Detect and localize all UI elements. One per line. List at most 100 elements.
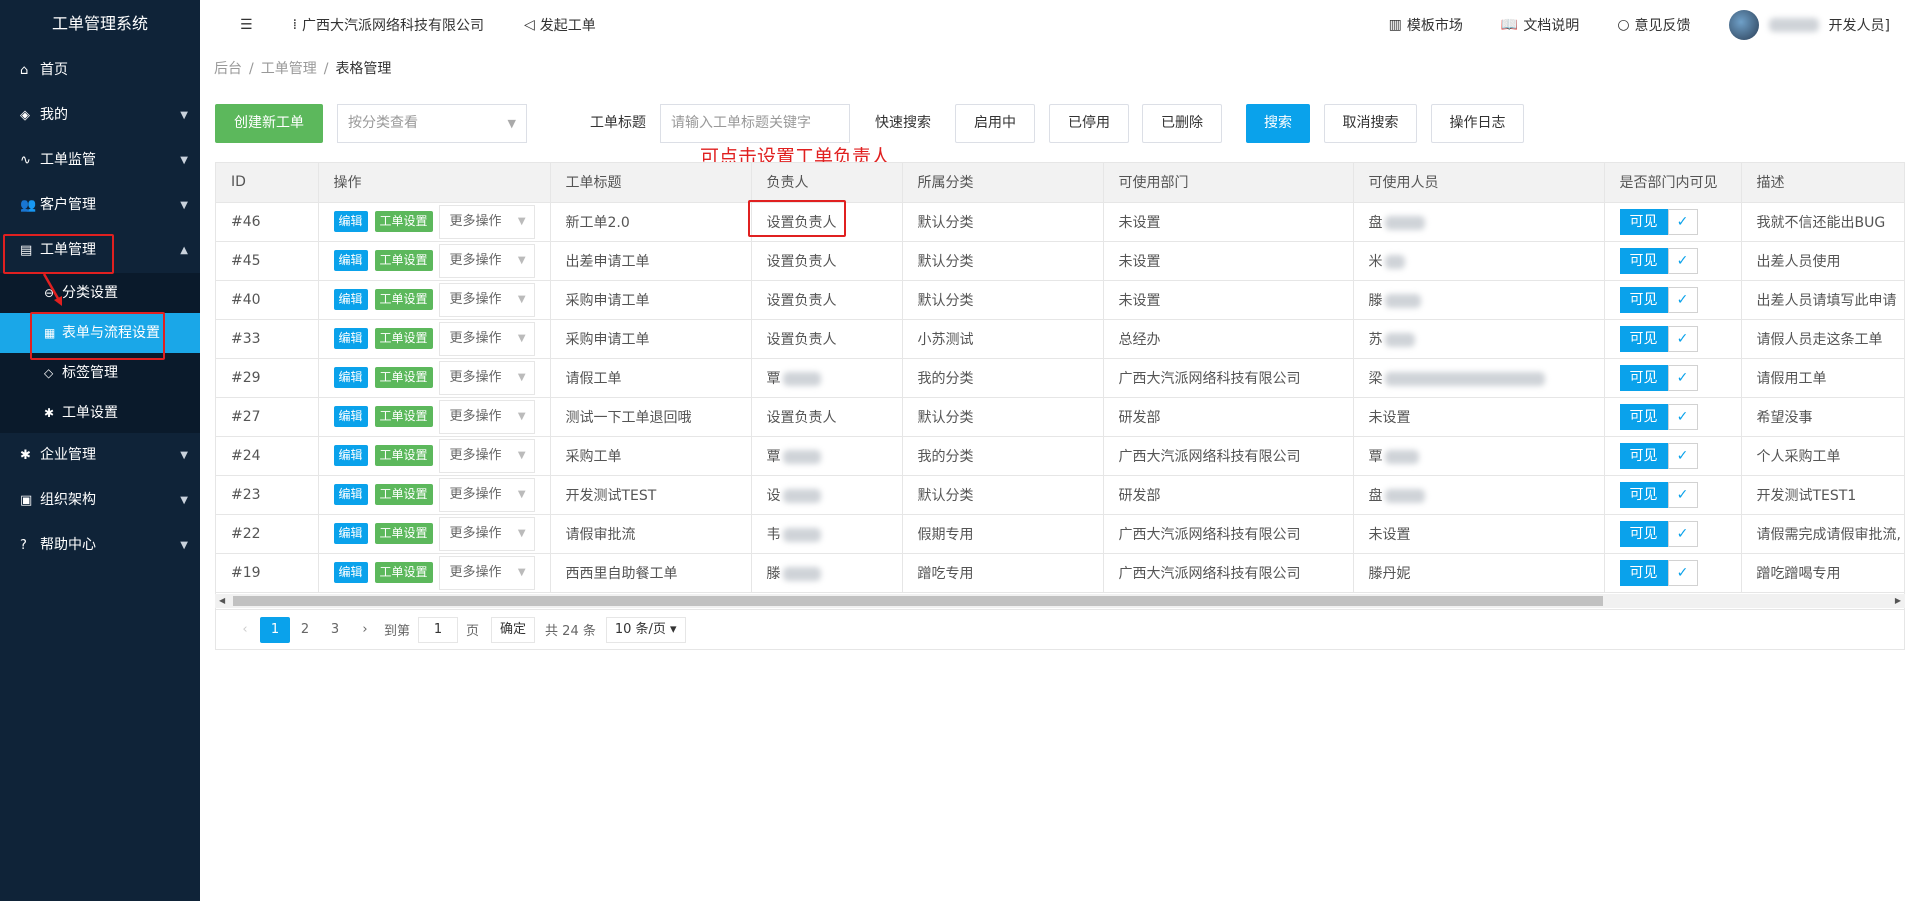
deleted-filter-button[interactable]: 已删除 bbox=[1142, 104, 1222, 143]
scroll-left-icon[interactable]: ◀ bbox=[219, 594, 225, 608]
visibility-toggle[interactable]: 可见 ✓ bbox=[1619, 442, 1698, 469]
visibility-toggle[interactable]: 可见 ✓ bbox=[1619, 364, 1698, 391]
column-header[interactable]: 负责人 bbox=[751, 163, 903, 203]
scroll-right-icon[interactable]: ▶ bbox=[1895, 594, 1901, 608]
page-3[interactable]: 3 bbox=[320, 617, 350, 643]
more-actions-dropdown[interactable]: 更多操作 ▼ bbox=[438, 282, 535, 317]
docs-link[interactable]: 📖 文档说明 bbox=[1501, 15, 1579, 35]
more-actions-dropdown[interactable]: 更多操作 ▼ bbox=[438, 321, 535, 356]
visibility-toggle[interactable]: 可见 ✓ bbox=[1619, 286, 1698, 313]
title-search-input[interactable]: 请输入工单标题关键字 bbox=[660, 104, 850, 143]
cancel-search-button[interactable]: 取消搜索 bbox=[1324, 104, 1417, 143]
sidebar-item-home[interactable]: ⌂ 首页 bbox=[0, 48, 200, 93]
sidebar-subitem-ticket-settings[interactable]: ✱ 工单设置 bbox=[0, 393, 200, 433]
ticket-settings-button[interactable]: 工单设置 bbox=[374, 484, 433, 505]
more-actions-dropdown[interactable]: 更多操作 ▼ bbox=[438, 243, 535, 278]
visibility-toggle[interactable]: 可见 ✓ bbox=[1619, 481, 1698, 508]
sidebar-item-monitor[interactable]: ∿ 工单监管 ▼ bbox=[0, 138, 200, 183]
menu-toggle-icon[interactable]: ☰ bbox=[240, 17, 253, 33]
column-header[interactable]: 可使用人员 bbox=[1353, 163, 1605, 203]
visibility-toggle[interactable]: 可见 ✓ bbox=[1619, 247, 1698, 274]
create-ticket-button[interactable]: 创建新工单 bbox=[215, 104, 323, 143]
page-input[interactable]: 1 bbox=[418, 616, 459, 643]
breadcrumb-current: 表格管理 bbox=[335, 61, 392, 77]
more-actions-dropdown[interactable]: 更多操作 ▼ bbox=[438, 360, 535, 395]
row-id: #46 bbox=[216, 202, 319, 242]
row-owner[interactable]: 设置负责人 bbox=[751, 241, 903, 281]
visibility-toggle[interactable]: 可见 ✓ bbox=[1619, 325, 1698, 352]
confirm-page-button[interactable]: 确定 bbox=[491, 616, 536, 643]
operation-log-button[interactable]: 操作日志 bbox=[1431, 104, 1524, 143]
edit-button[interactable]: 编辑 bbox=[333, 367, 368, 388]
sidebar-item-enterprise[interactable]: ✱ 企业管理 ▼ bbox=[0, 433, 200, 478]
scrollbar-thumb[interactable] bbox=[233, 596, 1603, 606]
create-ticket-link[interactable]: ◁ 发起工单 bbox=[524, 15, 596, 35]
page-size-select[interactable]: 10 条/页 ▾ bbox=[605, 616, 686, 643]
column-header[interactable]: 操作 bbox=[318, 163, 551, 203]
ticket-settings-button[interactable]: 工单设置 bbox=[374, 562, 433, 583]
more-actions-dropdown[interactable]: 更多操作 ▼ bbox=[438, 438, 535, 473]
column-header[interactable]: 可使用部门 bbox=[1103, 163, 1354, 203]
breadcrumb-ticket-management[interactable]: 工单管理 bbox=[261, 61, 317, 77]
company-selector[interactable]: ⁞ 广西大汽派网络科技有限公司 bbox=[293, 15, 484, 35]
more-actions-dropdown[interactable]: 更多操作 ▼ bbox=[438, 555, 535, 590]
more-actions-dropdown[interactable]: 更多操作 ▼ bbox=[438, 516, 535, 551]
edit-button[interactable]: 编辑 bbox=[333, 211, 368, 232]
ticket-settings-button[interactable]: 工单设置 bbox=[374, 406, 433, 427]
ticket-settings-button[interactable]: 工单设置 bbox=[374, 445, 433, 466]
more-actions-dropdown[interactable]: 更多操作 ▼ bbox=[438, 204, 535, 239]
edit-button[interactable]: 编辑 bbox=[333, 250, 368, 271]
visibility-toggle[interactable]: 可见 ✓ bbox=[1619, 208, 1698, 235]
edit-button[interactable]: 编辑 bbox=[333, 289, 368, 310]
blurred-text bbox=[782, 527, 821, 542]
sidebar-item-customers[interactable]: 👥 客户管理 ▼ bbox=[0, 183, 200, 228]
ticket-settings-button[interactable]: 工单设置 bbox=[374, 211, 433, 232]
ticket-settings-button[interactable]: 工单设置 bbox=[374, 289, 433, 310]
edit-button[interactable]: 编辑 bbox=[333, 406, 368, 427]
row-owner[interactable]: 设置负责人 bbox=[751, 280, 903, 320]
row-description: 请假需完成请假审批流, bbox=[1741, 514, 1904, 554]
visibility-toggle[interactable]: 可见 ✓ bbox=[1619, 520, 1698, 547]
row-owner[interactable]: 设置负责人 bbox=[751, 319, 903, 359]
prev-page-icon[interactable]: ‹ bbox=[230, 617, 260, 643]
edit-button[interactable]: 编辑 bbox=[333, 445, 368, 466]
search-button[interactable]: 搜索 bbox=[1246, 104, 1310, 143]
visibility-toggle[interactable]: 可见 ✓ bbox=[1619, 559, 1698, 586]
edit-button[interactable]: 编辑 bbox=[333, 328, 368, 349]
ticket-settings-button[interactable]: 工单设置 bbox=[374, 328, 433, 349]
edit-button[interactable]: 编辑 bbox=[333, 523, 368, 544]
page-2[interactable]: 2 bbox=[290, 617, 320, 643]
table-row: #19 编辑 工单设置 更多操作 ▼ 西西里自助餐工单滕蹭吃专用 广西大汽派网络科技有限公司… bbox=[216, 553, 1904, 593]
sidebar-item-help-center[interactable]: ? 帮助中心 ▼ bbox=[0, 523, 200, 568]
disabled-filter-button[interactable]: 已停用 bbox=[1049, 104, 1129, 143]
page-1[interactable]: 1 bbox=[260, 616, 290, 643]
row-id: #24 bbox=[216, 436, 319, 476]
user-menu[interactable]: 开发人员] bbox=[1728, 10, 1890, 40]
column-header[interactable]: 工单标题 bbox=[550, 163, 752, 203]
column-header[interactable]: 是否部门内可见 bbox=[1604, 163, 1742, 203]
row-owner[interactable]: 设置负责人 bbox=[751, 397, 903, 437]
pulse-icon: ∿ bbox=[20, 153, 31, 168]
visibility-toggle[interactable]: 可见 ✓ bbox=[1619, 403, 1698, 430]
category-select[interactable]: 按分类查看 ▼ bbox=[337, 104, 527, 143]
column-header[interactable]: 所属分类 bbox=[902, 163, 1104, 203]
ticket-settings-button[interactable]: 工单设置 bbox=[374, 250, 433, 271]
next-page-icon[interactable]: › bbox=[350, 617, 380, 643]
enabled-filter-button[interactable]: 启用中 bbox=[955, 104, 1035, 143]
column-header[interactable]: 描述 bbox=[1741, 163, 1904, 203]
template-market-link[interactable]: ▥ 模板市场 bbox=[1389, 15, 1463, 35]
more-actions-label: 更多操作 bbox=[449, 330, 502, 346]
horizontal-scrollbar[interactable]: ◀ ▶ bbox=[215, 594, 1905, 608]
ticket-settings-button[interactable]: 工单设置 bbox=[374, 367, 433, 388]
sidebar-item-organization[interactable]: ▣ 组织架构 ▼ bbox=[0, 478, 200, 523]
sidebar-subitem-category-settings[interactable]: ⊖ 分类设置 bbox=[0, 273, 200, 313]
ticket-settings-button[interactable]: 工单设置 bbox=[374, 523, 433, 544]
sidebar-item-mine[interactable]: ◈ 我的 ▼ bbox=[0, 93, 200, 138]
more-actions-dropdown[interactable]: 更多操作 ▼ bbox=[438, 477, 535, 512]
breadcrumb-home[interactable]: 后台 bbox=[214, 61, 242, 77]
edit-button[interactable]: 编辑 bbox=[333, 484, 368, 505]
more-actions-dropdown[interactable]: 更多操作 ▼ bbox=[438, 399, 535, 434]
edit-button[interactable]: 编辑 bbox=[333, 562, 368, 583]
feedback-link[interactable]: ○ 意见反馈 bbox=[1617, 15, 1690, 35]
column-header[interactable]: ID bbox=[216, 163, 319, 203]
